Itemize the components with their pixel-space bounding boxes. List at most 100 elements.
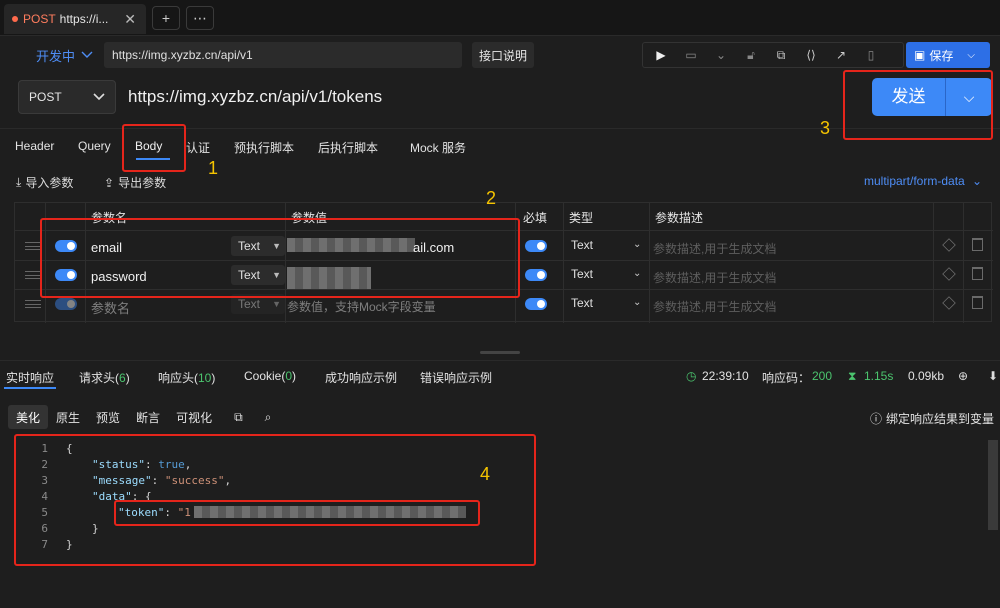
method-select[interactable]: POST xyxy=(18,80,116,114)
tab-realtime-response[interactable]: 实时响应 xyxy=(6,369,54,386)
import-params-button[interactable]: ⤓ 导入参数 xyxy=(16,174,73,191)
active-tab-indicator xyxy=(4,387,56,389)
environment-url[interactable]: https://img.xyzbz.cn/api/v1 xyxy=(104,42,462,68)
tab-query[interactable]: Query xyxy=(78,139,111,153)
annotation-box xyxy=(122,124,186,172)
scrollbar[interactable] xyxy=(988,440,998,530)
tab-auth[interactable]: 认证 xyxy=(186,139,210,156)
chevron-down-icon[interactable]: ⌄ xyxy=(633,268,641,279)
chevron-down-icon[interactable]: ⌄ xyxy=(633,239,641,250)
copy-icon[interactable]: ⧉ xyxy=(226,405,251,429)
trash-icon[interactable] xyxy=(972,296,983,309)
unsaved-dot-icon xyxy=(12,16,18,22)
tab-success-example[interactable]: 成功响应示例 xyxy=(325,369,397,386)
environment-select[interactable]: 开发中 xyxy=(20,42,100,68)
resp-headers-close: ) xyxy=(211,371,216,385)
drag-handle-icon[interactable] xyxy=(25,300,41,308)
param-type: Text xyxy=(238,297,261,311)
required-toggle[interactable] xyxy=(525,298,547,310)
trash-icon[interactable] xyxy=(972,267,983,280)
tab-method: POST xyxy=(23,12,56,26)
lock-icon[interactable]: 🔓︎ xyxy=(739,43,763,67)
response-time: 22:39:10 xyxy=(702,369,749,383)
bind-label: 绑定响应结果到变量 xyxy=(886,412,995,426)
param-value-placeholder[interactable]: 参数值，支持Mock字段变量 xyxy=(287,298,436,315)
annotation-number: 2 xyxy=(486,188,497,208)
response-tabs: 实时响应 请求头(6) 响应头(10) Cookie(0) 成功响应示例 错误响… xyxy=(0,360,1000,390)
save-button[interactable]: ▣ 保存 ⌵ xyxy=(906,42,990,68)
cube-icon[interactable] xyxy=(942,296,956,310)
annotation-number: 4 xyxy=(480,464,491,484)
resp-headers-count: 10 xyxy=(198,371,212,385)
share-icon[interactable]: ↗ xyxy=(829,43,853,67)
upload-icon: ⇪ xyxy=(104,175,115,190)
req-headers-count: 6 xyxy=(119,371,126,385)
response-size: 0.09kb xyxy=(908,369,945,383)
more-icon[interactable]: ⋯ xyxy=(186,6,214,30)
tab-visualize[interactable]: 可视化 xyxy=(168,405,220,429)
add-tab-button[interactable]: + xyxy=(152,6,180,30)
tab-assertion[interactable]: 断言 xyxy=(128,405,168,429)
url-input[interactable]: https://img.xyzbz.cn/api/v1/tokens xyxy=(122,80,852,114)
export-params-button[interactable]: ⇪ 导出参数 xyxy=(104,174,166,191)
tab-pre-script[interactable]: 预执行脚本 xyxy=(234,139,294,156)
tab-preview[interactable]: 预览 xyxy=(88,405,128,429)
tab-post-script[interactable]: 后执行脚本 xyxy=(318,139,378,156)
param-desc[interactable]: 参数描述,用于生成文档 xyxy=(653,269,776,286)
req-headers-close: ) xyxy=(125,371,130,385)
content-type-value: multipart/form-data xyxy=(864,174,965,188)
search-icon[interactable]: ⌕ xyxy=(257,405,280,429)
tab-response-headers[interactable]: 响应头(10) xyxy=(158,369,215,386)
value-type: Text xyxy=(571,267,594,281)
tab-header[interactable]: Header xyxy=(15,139,54,153)
req-headers-label: 请求头( xyxy=(79,371,119,385)
annotation-number: 3 xyxy=(820,118,831,138)
tab-error-example[interactable]: 错误响应示例 xyxy=(420,369,492,386)
copy-icon[interactable]: ⧉ xyxy=(769,43,793,67)
drag-handle-icon[interactable] xyxy=(25,242,41,250)
hourglass-icon: ⧗ xyxy=(848,369,857,383)
enable-toggle[interactable] xyxy=(55,298,77,310)
chevron-down-icon[interactable]: ⌄ xyxy=(633,297,641,308)
tab-request-headers[interactable]: 请求头(6) xyxy=(79,369,130,386)
save-label: 保存 xyxy=(929,48,954,63)
chevron-down-icon[interactable]: ⌵ xyxy=(967,50,975,61)
tab-pretty[interactable]: 美化 xyxy=(8,405,49,429)
cookie-label: Cookie( xyxy=(244,369,286,383)
cube-icon[interactable] xyxy=(942,238,956,252)
drag-handle-icon[interactable] xyxy=(25,271,41,279)
view-tabs: 美化 原生 预览 断言 可视化 ⧉ ⌕ xyxy=(8,404,279,430)
tab-raw[interactable]: 原生 xyxy=(48,405,88,429)
required-toggle[interactable] xyxy=(525,240,547,252)
header-required: 必填 xyxy=(523,211,548,225)
file-icon[interactable]: ▯ xyxy=(859,43,883,67)
request-tab[interactable]: POST https://i... ✕ xyxy=(4,4,146,34)
resp-headers-label: 响应头( xyxy=(158,371,198,385)
method-value: POST xyxy=(29,90,62,104)
content-type-select[interactable]: multipart/form-data ⌄ xyxy=(864,174,982,188)
param-name-placeholder[interactable]: 参数名 xyxy=(91,298,130,317)
cube-icon[interactable] xyxy=(942,267,956,281)
status-code-label: 响应码： xyxy=(762,371,811,385)
api-doc-button[interactable]: 接口说明 xyxy=(472,42,534,68)
download-icon[interactable]: ⬇ xyxy=(988,369,998,383)
resize-handle[interactable] xyxy=(480,351,520,354)
panel-icon[interactable]: ▭ xyxy=(679,43,703,67)
param-desc[interactable]: 参数描述,用于生成文档 xyxy=(653,298,776,315)
tab-strip xyxy=(0,0,1000,36)
header-desc: 参数描述 xyxy=(655,211,704,225)
param-desc[interactable]: 参数描述,用于生成文档 xyxy=(653,240,776,257)
tab-cookie[interactable]: Cookie(0) xyxy=(244,369,296,383)
code-icon[interactable]: ⟨⟩ xyxy=(799,43,823,67)
bind-response-button[interactable]: ⓘ 绑定响应结果到变量 xyxy=(870,410,994,427)
chevron-down-icon[interactable]: ⌄ xyxy=(709,43,733,67)
globe-icon[interactable]: ⊕ xyxy=(958,369,968,383)
tab-mock[interactable]: Mock 服务 xyxy=(410,139,466,156)
trash-icon[interactable] xyxy=(972,238,983,251)
environment-name: 开发中 xyxy=(36,48,76,64)
save-icon: ▣ xyxy=(914,48,926,62)
required-toggle[interactable] xyxy=(525,269,547,281)
run-icon[interactable]: ▶ xyxy=(649,43,673,67)
toolbar: ▶ ▭ ⌄ 🔓︎ ⧉ ⟨⟩ ↗ ▯ xyxy=(642,42,904,68)
close-icon[interactable]: ✕ xyxy=(124,11,136,28)
